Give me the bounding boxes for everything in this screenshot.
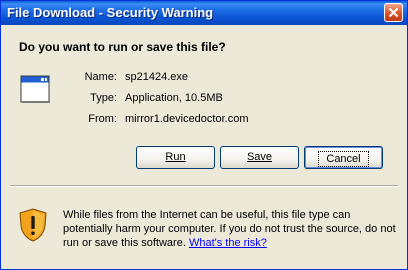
security-shield-icon	[19, 208, 47, 242]
title-bar[interactable]: File Download - Security Warning	[1, 1, 407, 25]
file-name-value: sp21424.exe	[125, 71, 188, 83]
separator-highlight	[10, 186, 398, 187]
cancel-button-label: Cancel	[318, 151, 369, 167]
warning-message: While files from the Internet can be use…	[63, 208, 401, 250]
warning-panel: While files from the Internet can be use…	[1, 185, 407, 269]
cancel-button[interactable]: Cancel	[304, 146, 383, 169]
file-source-label: From:	[88, 113, 117, 125]
run-button[interactable]: Run	[136, 146, 215, 169]
file-type-label: Type:	[90, 92, 117, 104]
file-source-value: mirror1.devicedoctor.com	[125, 113, 249, 125]
download-question: Do you want to run or save this file?	[19, 40, 226, 54]
security-warning-dialog: File Download - Security Warning Do you …	[0, 0, 408, 270]
close-button[interactable]	[384, 3, 403, 22]
file-type-value: Application, 10.5MB	[125, 92, 223, 104]
save-button-label: Save	[246, 151, 273, 163]
file-name-label: Name:	[84, 71, 117, 83]
close-icon	[388, 7, 399, 18]
whats-the-risk-link[interactable]: What's the risk?	[189, 237, 267, 249]
save-button[interactable]: Save	[220, 146, 299, 169]
dialog-body: Do you want to run or save this file? Na…	[1, 25, 407, 185]
run-button-label: Run	[165, 151, 186, 163]
window-title: File Download - Security Warning	[7, 5, 214, 20]
application-window-icon	[20, 75, 50, 103]
